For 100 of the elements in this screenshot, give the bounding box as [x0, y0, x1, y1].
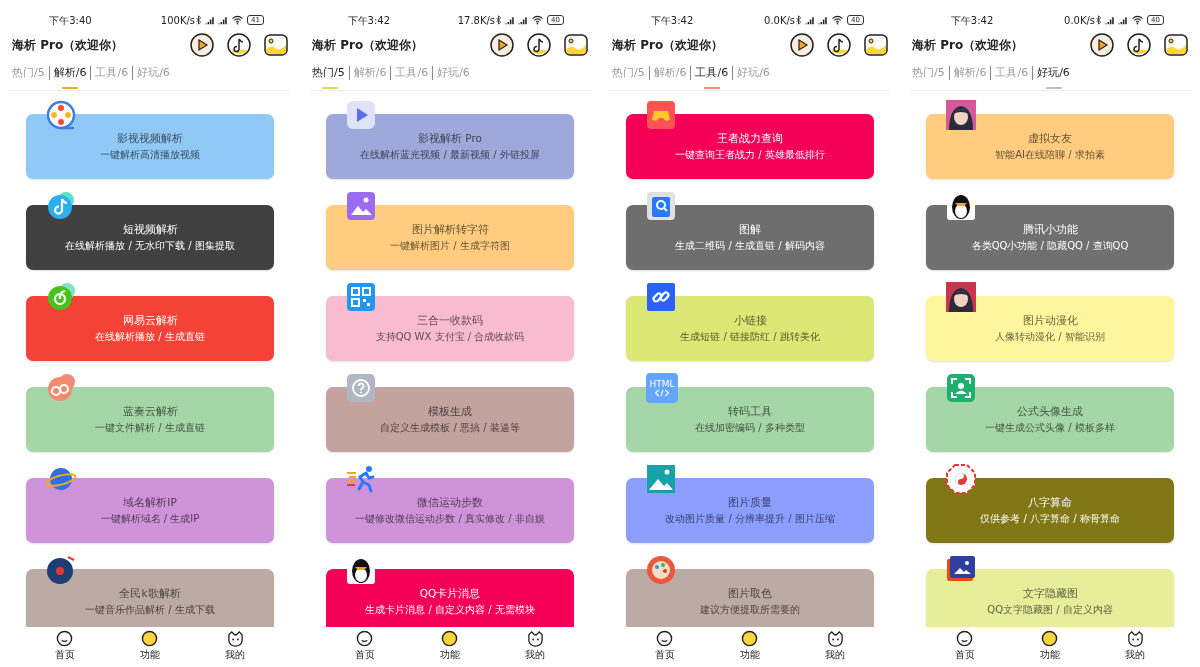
feature-card[interactable]: 图片取色 建议方便提取所需要的 [626, 569, 874, 627]
bluetooth-icon [795, 15, 803, 25]
category-tab[interactable]: 工具/6 [90, 66, 133, 80]
feature-card[interactable]: 小链接 生成短链 / 链接防红 / 跳转美化 [626, 296, 874, 361]
card-subtitle: 生成卡片消息 / 自定义内容 / 无需模块 [365, 603, 535, 616]
card-subtitle: 一键音乐作品解析 / 生成下载 [85, 603, 215, 616]
category-tab[interactable]: 好玩/6 [132, 66, 174, 80]
feature-card[interactable]: 全民k歌解析 一键音乐作品解析 / 生成下载 [26, 569, 274, 627]
category-tab[interactable]: 热门/5 [912, 66, 949, 80]
category-tab[interactable]: 好玩/6 [1032, 66, 1074, 80]
nav-item[interactable]: 首页 [950, 627, 979, 667]
nav-item[interactable]: 我的 [221, 627, 250, 667]
feature-card[interactable]: 网易云解析 在线解析播放 / 生成直链 [26, 296, 274, 361]
play-icon[interactable] [490, 33, 514, 57]
card-title: 微信运动步数 [417, 496, 483, 509]
category-tab[interactable]: 工具/6 [690, 66, 733, 80]
runner-icon [346, 464, 376, 494]
link-icon [646, 282, 676, 312]
nav-item[interactable]: 功能 [436, 627, 464, 667]
image-icon [346, 191, 376, 221]
nav-item[interactable]: 我的 [1121, 627, 1150, 667]
nav-item[interactable]: 首页 [650, 627, 679, 667]
category-tab[interactable]: 热门/5 [12, 66, 49, 80]
feature-card[interactable]: 模板生成 自定义生成模板 / 恶搞 / 装逼等 [326, 387, 574, 452]
feature-card[interactable]: 虚拟女友 智能AI在线陪聊 / 求拍素 [926, 114, 1174, 179]
landscape-icon [646, 464, 676, 494]
nav-item[interactable]: 功能 [136, 627, 164, 667]
nav-item[interactable]: 我的 [821, 627, 850, 667]
play-icon[interactable] [790, 33, 814, 57]
card-title: 小链接 [733, 314, 767, 327]
cat-face-icon [1126, 630, 1144, 647]
category-tab[interactable]: 好玩/6 [732, 66, 774, 80]
nav-item[interactable]: 功能 [736, 627, 764, 667]
category-tab[interactable]: 解析/6 [348, 66, 391, 80]
image-icon[interactable] [264, 33, 288, 57]
feature-card[interactable]: 图片质量 改动图片质量 / 分辨率提升 / 图片压缩 [626, 478, 874, 543]
smiley-icon [656, 630, 674, 647]
feature-card[interactable]: 转码工具 在线加密编码 / 多种类型 [626, 387, 874, 452]
smiley-icon [56, 630, 74, 647]
category-tab[interactable]: 热门/5 [612, 66, 649, 80]
feature-card[interactable]: 图片动漫化 人像转动漫化 / 智能识别 [926, 296, 1174, 361]
feature-card[interactable]: 王者战力查询 一键查询王者战力 / 英雄最低排行 [626, 114, 874, 179]
feature-card[interactable]: 图片解析转字符 一键解析图片 / 生成字符图 [326, 205, 574, 270]
circle-icon [1041, 630, 1059, 647]
category-tab[interactable]: 解析/6 [648, 66, 691, 80]
image-icon[interactable] [564, 33, 588, 57]
feature-card[interactable]: 微信运动步数 一键修改微信运动步数 / 真实修改 / 非自娱 [326, 478, 574, 543]
category-tab[interactable]: 工具/6 [990, 66, 1033, 80]
card-subtitle: 在线加密编码 / 多种类型 [695, 421, 805, 434]
feature-card[interactable]: 三合一收款码 支持QQ WX 支付宝 / 合成收款码 [326, 296, 574, 361]
play-icon[interactable] [190, 33, 214, 57]
card-subtitle: 在线解析播放 / 无水印下载 / 图集提取 [65, 239, 235, 252]
card-title: 虚拟女友 [1028, 132, 1072, 145]
feature-card[interactable]: 影视视频解析 一键解析高清播放视频 [26, 114, 274, 179]
code-icon: HTML [646, 373, 678, 403]
image-icon[interactable] [1164, 33, 1188, 57]
category-tab[interactable]: 工具/6 [390, 66, 433, 80]
play-icon[interactable] [1090, 33, 1114, 57]
category-tab[interactable]: 解析/6 [48, 66, 91, 80]
music-note-icon[interactable] [1127, 33, 1151, 57]
feature-card[interactable]: 蓝奏云解析 一键文件解析 / 生成直链 [26, 387, 274, 452]
card-subtitle: QQ文字隐藏图 / 自定义内容 [987, 603, 1113, 616]
card-title: 腾讯小功能 [1022, 223, 1078, 236]
feature-card[interactable]: 影视解析 Pro 在线解析蓝光视频 / 最新视频 / 外链投屏 [326, 114, 574, 179]
feature-card[interactable]: 图解 生成二维码 / 生成直链 / 解码内容 [626, 205, 874, 270]
category-tab[interactable]: 热门/5 [312, 66, 349, 80]
card-title: 图片动漫化 [1022, 314, 1078, 327]
feature-card[interactable]: QQ卡片消息 生成卡片消息 / 自定义内容 / 无需模块 [326, 569, 574, 627]
music-note-icon[interactable] [527, 33, 551, 57]
card-title: 影视视频解析 [117, 132, 183, 145]
app-title: 海析 Pro（欢迎你） [912, 37, 1025, 54]
bluetooth-icon [1095, 15, 1103, 25]
bluetooth-icon [495, 15, 503, 25]
feature-card[interactable]: 八字算命 仅供参考 / 八字算命 / 称骨算命 [926, 478, 1174, 543]
feature-card[interactable]: 腾讯小功能 各类QQ小功能 / 隐藏QQ / 查询QQ [926, 205, 1174, 270]
signal-icon [217, 15, 229, 25]
category-tab[interactable]: 好玩/6 [432, 66, 474, 80]
card-title: 域名解析IP [123, 496, 177, 509]
music-note-icon[interactable] [227, 33, 251, 57]
image-icon[interactable] [864, 33, 888, 57]
card-title: 图片解析转字符 [411, 223, 489, 236]
card-title: 蓝奏云解析 [122, 405, 178, 418]
nav-item[interactable]: 我的 [521, 627, 550, 667]
card-title: 图解 [739, 223, 761, 236]
signal-icon [804, 15, 816, 25]
feature-card[interactable]: 短视频解析 在线解析播放 / 无水印下载 / 图集提取 [26, 205, 274, 270]
card-subtitle: 一键查询王者战力 / 英雄最低排行 [675, 148, 825, 161]
nav-item[interactable]: 首页 [50, 627, 79, 667]
category-tab[interactable]: 解析/6 [948, 66, 991, 80]
cat-face-icon [826, 630, 844, 647]
music-note-icon[interactable] [827, 33, 851, 57]
nav-item[interactable]: 首页 [350, 627, 379, 667]
card-subtitle: 在线解析播放 / 生成直链 [95, 330, 205, 343]
feature-card[interactable]: 域名解析IP 一键解析域名 / 生成IP [26, 478, 274, 543]
feature-card[interactable]: 公式头像生成 一键生成公式头像 / 模板多样 [926, 387, 1174, 452]
card-subtitle: 生成二维码 / 生成直链 / 解码内容 [675, 239, 825, 252]
feature-card[interactable]: 文字隐藏图 QQ文字隐藏图 / 自定义内容 [926, 569, 1174, 627]
network-speed: 17.8K/s [457, 13, 496, 28]
card-subtitle: 仅供参考 / 八字算命 / 称骨算命 [980, 512, 1120, 525]
nav-item[interactable]: 功能 [1036, 627, 1064, 667]
